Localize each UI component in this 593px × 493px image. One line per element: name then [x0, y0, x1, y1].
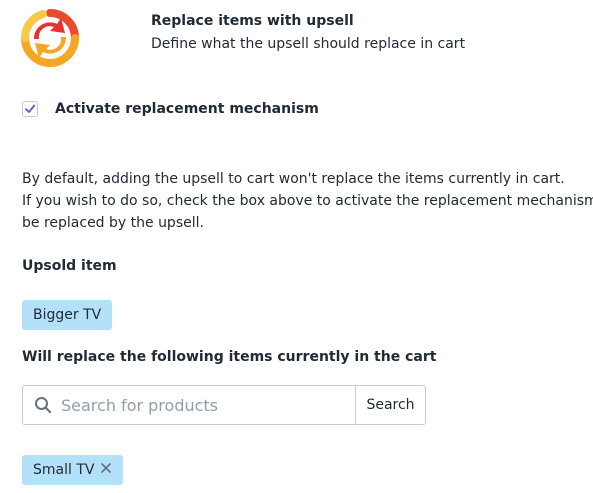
upsold-item-tag-label: Bigger TV [33, 307, 102, 323]
upsold-item-tag: Bigger TV [22, 300, 113, 330]
description-line-3: be replaced by the upsell. [22, 215, 204, 231]
remove-tag-icon[interactable] [100, 455, 112, 485]
replace-arrows-icon [21, 9, 79, 67]
search-field [23, 386, 355, 424]
header-subtitle: Define what the upsell should replace in… [151, 36, 466, 52]
search-button[interactable]: Search [355, 386, 425, 424]
activate-replacement-checkbox[interactable] [22, 101, 38, 117]
search-icon [34, 396, 52, 414]
description-line-2: If you wish to do so, check the box abov… [22, 193, 593, 209]
header-icon [21, 9, 79, 67]
checkmark-icon [25, 104, 36, 113]
search-input[interactable] [61, 395, 341, 415]
replace-item-tag: Small TV [22, 455, 124, 485]
description-line-1: By default, adding the upsell to cart wo… [22, 171, 565, 187]
replace-item-tag-label: Small TV [33, 462, 95, 478]
product-search: Search [22, 385, 426, 425]
description-text: By default, adding the upsell to cart wo… [22, 168, 593, 234]
replace-items-heading: Will replace the following items current… [22, 349, 437, 365]
upsold-item-heading: Upsold item [22, 258, 117, 274]
activate-replacement-label[interactable]: Activate replacement mechanism [55, 101, 319, 117]
header-title: Replace items with upsell [151, 13, 354, 29]
